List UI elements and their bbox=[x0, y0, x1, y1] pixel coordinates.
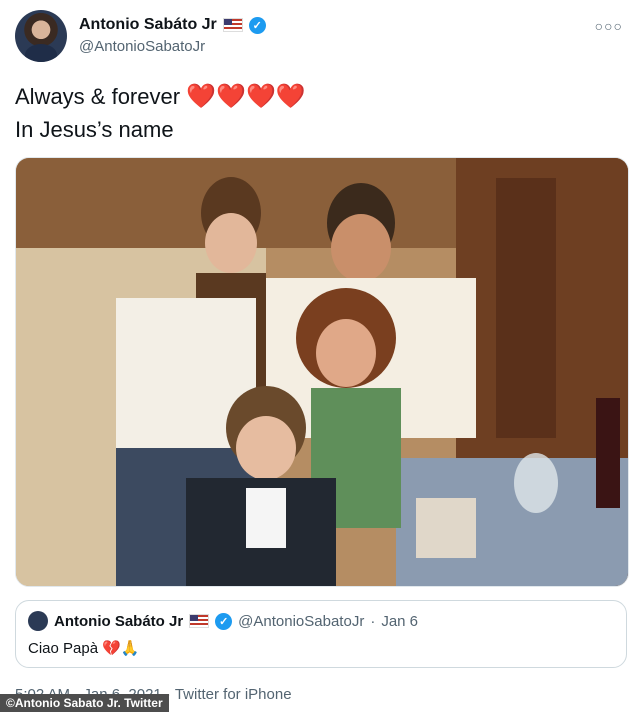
quoted-separator: · bbox=[370, 612, 376, 630]
quoted-tweet[interactable]: Antonio Sabáto Jr ✓ @AntonioSabatoJr · J… bbox=[15, 600, 627, 668]
more-options-icon[interactable]: ○○○ bbox=[595, 18, 623, 34]
author-display-name[interactable]: Antonio Sabáto Jr bbox=[79, 16, 217, 34]
tweet-line-1-text: Always & forever bbox=[15, 84, 181, 109]
quoted-display-name: Antonio Sabáto Jr bbox=[54, 612, 184, 630]
hearts-emoji: ❤️❤️❤️❤️ bbox=[186, 83, 306, 110]
quoted-date: Jan 6 bbox=[381, 612, 419, 630]
tweet-line-2: In Jesus’s name bbox=[15, 117, 174, 142]
us-flag-icon bbox=[222, 18, 243, 32]
verified-badge-icon: ✓ bbox=[215, 612, 233, 630]
author-avatar[interactable] bbox=[15, 10, 67, 62]
author-name-row: Antonio Sabáto Jr ✓ bbox=[79, 16, 266, 34]
tweet-header: Antonio Sabáto Jr ✓ @AntonioSabatoJr ○○○ bbox=[15, 10, 627, 66]
quoted-avatar bbox=[28, 611, 48, 631]
family-photo-illustration bbox=[16, 158, 628, 586]
verified-badge-icon: ✓ bbox=[248, 16, 266, 34]
tweet-photo[interactable] bbox=[15, 157, 629, 587]
author-handle[interactable]: @AntonioSabatoJr bbox=[79, 38, 205, 55]
quoted-header: Antonio Sabáto Jr ✓ @AntonioSabatoJr · J… bbox=[28, 611, 418, 631]
quoted-text: Ciao Papà 💔🙏 bbox=[28, 640, 140, 657]
us-flag-icon bbox=[189, 614, 210, 628]
photo-credit: ©Antonio Sabato Jr. Twitter bbox=[0, 694, 169, 712]
quoted-handle: @AntonioSabatoJr bbox=[238, 612, 365, 630]
tweet-text: Always & forever ❤️❤️❤️❤️ In Jesus’s nam… bbox=[15, 80, 306, 146]
tweet-line-1: Always & forever ❤️❤️❤️❤️ bbox=[15, 80, 306, 113]
